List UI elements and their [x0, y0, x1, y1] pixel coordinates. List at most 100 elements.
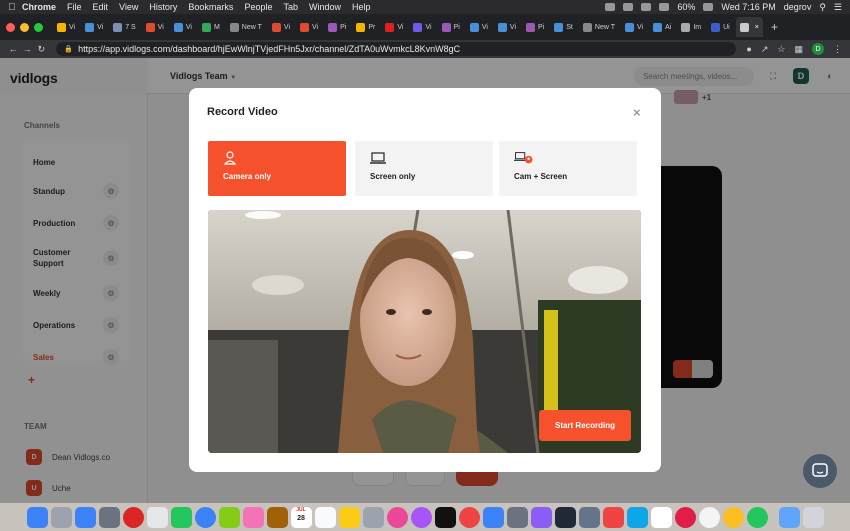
- app-icon[interactable]: [626, 506, 648, 528]
- notes-icon[interactable]: [338, 506, 360, 528]
- browser-tab[interactable]: Vi: [381, 17, 407, 37]
- safari-icon[interactable]: [74, 506, 96, 528]
- menu-view[interactable]: View: [119, 2, 138, 12]
- app-icon[interactable]: [530, 506, 552, 528]
- appstore-icon[interactable]: [482, 506, 504, 528]
- minimize-window-icon[interactable]: [20, 22, 29, 32]
- browser-tab[interactable]: St: [550, 17, 577, 37]
- new-tab-button[interactable]: +: [771, 20, 778, 34]
- close-tab-icon[interactable]: ×: [755, 24, 759, 31]
- launchpad-icon[interactable]: [50, 506, 72, 528]
- news-icon[interactable]: [458, 506, 480, 528]
- forward-arrow-icon[interactable]: →: [22, 44, 32, 54]
- browser-tab[interactable]: Pr: [352, 17, 379, 37]
- browser-tab[interactable]: Im: [677, 17, 705, 37]
- browser-tab[interactable]: Pi: [324, 17, 350, 37]
- browser-tab[interactable]: Vi: [53, 17, 79, 37]
- browser-tab[interactable]: New T: [226, 17, 266, 37]
- address-bar[interactable]: 🔒 https://app.vidlogs.com/dashboard/hjEw…: [56, 42, 737, 56]
- star-icon[interactable]: ☆: [777, 44, 785, 55]
- browser-tab[interactable]: 7 S: [109, 17, 140, 37]
- cam-screen-option[interactable]: Cam + Screen: [499, 141, 637, 196]
- app-icon[interactable]: [698, 506, 720, 528]
- more-menu-icon[interactable]: ⋮: [833, 44, 842, 55]
- zoom-window-icon[interactable]: [34, 22, 43, 32]
- messages-icon[interactable]: [194, 506, 216, 528]
- extensions-icon[interactable]: ▦: [794, 44, 803, 55]
- browser-tab[interactable]: Ui: [707, 17, 734, 37]
- app-icon[interactable]: [98, 506, 120, 528]
- browser-tab[interactable]: Vi: [142, 17, 168, 37]
- browser-tab[interactable]: Vi: [170, 17, 196, 37]
- close-icon[interactable]: ×: [633, 105, 641, 120]
- list-icon[interactable]: ☰: [834, 2, 842, 13]
- menu-people[interactable]: People: [244, 2, 272, 12]
- trash-icon[interactable]: [802, 506, 824, 528]
- browser-tab[interactable]: Vi: [296, 17, 322, 37]
- menubar-user[interactable]: degrov: [784, 2, 812, 12]
- contacts-icon[interactable]: [266, 506, 288, 528]
- share-icon[interactable]: ↗: [761, 44, 769, 55]
- menubar-clock[interactable]: Wed 7:16 PM: [721, 2, 775, 12]
- back-arrow-icon[interactable]: ←: [8, 44, 18, 54]
- battery-percent[interactable]: 60%: [677, 2, 695, 12]
- reminders-icon[interactable]: [314, 506, 336, 528]
- start-recording-button[interactable]: Start Recording: [539, 410, 631, 441]
- menu-help[interactable]: Help: [352, 2, 371, 12]
- finder-icon[interactable]: [26, 506, 48, 528]
- maps-icon[interactable]: [218, 506, 240, 528]
- browser-tab[interactable]: New T: [579, 17, 619, 37]
- menu-history[interactable]: History: [149, 2, 177, 12]
- appletv-icon[interactable]: [434, 506, 456, 528]
- browser-tab[interactable]: ×: [735, 17, 763, 37]
- browser-tab[interactable]: Vi: [466, 17, 492, 37]
- app-icon[interactable]: [362, 506, 384, 528]
- browser-tab[interactable]: M: [198, 17, 224, 37]
- search-icon[interactable]: ⚲: [819, 2, 826, 13]
- status-icon[interactable]: [623, 3, 634, 11]
- photos-icon[interactable]: [242, 506, 264, 528]
- camera-icon[interactable]: ●: [746, 44, 751, 54]
- browser-tab[interactable]: Ai: [649, 17, 675, 37]
- opera-icon[interactable]: [122, 506, 144, 528]
- app-icon[interactable]: [674, 506, 696, 528]
- facetime-icon[interactable]: [170, 506, 192, 528]
- menu-bookmarks[interactable]: Bookmarks: [188, 2, 233, 12]
- downloads-folder-icon[interactable]: [778, 506, 800, 528]
- app-icon[interactable]: [578, 506, 600, 528]
- video-player-icon[interactable]: [602, 506, 624, 528]
- system-preferences-icon[interactable]: [506, 506, 528, 528]
- browser-tab[interactable]: Vi: [494, 17, 520, 37]
- browser-tab[interactable]: Vi: [409, 17, 435, 37]
- url-text[interactable]: https://app.vidlogs.com/dashboard/hjEwWl…: [78, 44, 460, 54]
- browser-tab[interactable]: Pi: [438, 17, 464, 37]
- browser-tab[interactable]: Vi: [81, 17, 107, 37]
- menu-file[interactable]: File: [67, 2, 82, 12]
- podcasts-icon[interactable]: [410, 506, 432, 528]
- profile-avatar[interactable]: D: [812, 43, 824, 55]
- menu-window[interactable]: Window: [309, 2, 341, 12]
- status-icon[interactable]: [605, 3, 616, 11]
- close-window-icon[interactable]: [6, 22, 15, 32]
- app-icon[interactable]: [146, 506, 168, 528]
- chrome-icon[interactable]: [722, 506, 744, 528]
- spotify-icon[interactable]: [746, 506, 768, 528]
- music-icon[interactable]: [386, 506, 408, 528]
- slack-icon[interactable]: [650, 506, 672, 528]
- status-icon[interactable]: [641, 3, 652, 11]
- screen-only-option[interactable]: Screen only: [355, 141, 493, 196]
- menu-app-name[interactable]: Chrome: [22, 2, 56, 12]
- menu-edit[interactable]: Edit: [93, 2, 109, 12]
- browser-tab[interactable]: Vi: [268, 17, 294, 37]
- webstorm-icon[interactable]: [554, 506, 576, 528]
- browser-tab[interactable]: Vi: [621, 17, 647, 37]
- reload-icon[interactable]: ↻: [36, 44, 46, 55]
- browser-tab[interactable]: Pi: [522, 17, 548, 37]
- apple-icon[interactable]: : [8, 2, 22, 13]
- chat-support-button[interactable]: [803, 454, 837, 488]
- calendar-icon[interactable]: JUL 28: [290, 506, 312, 528]
- menu-tab[interactable]: Tab: [283, 2, 298, 12]
- wifi-icon[interactable]: [659, 3, 670, 11]
- battery-icon[interactable]: [703, 3, 714, 11]
- camera-only-option[interactable]: Camera only: [208, 141, 346, 196]
